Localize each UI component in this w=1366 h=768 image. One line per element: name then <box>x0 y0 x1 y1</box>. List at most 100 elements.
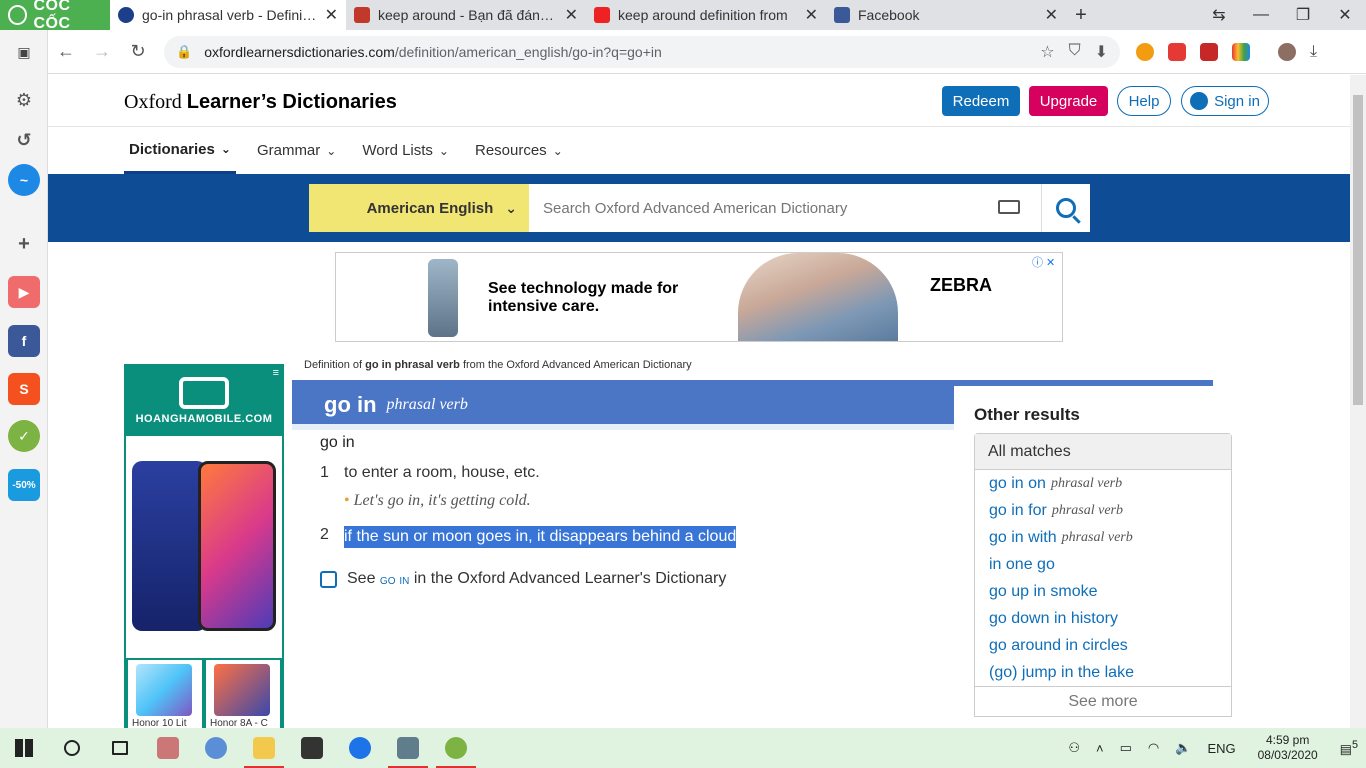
match-pos: phrasal verb <box>1050 475 1123 491</box>
clock-time: 4:59 pm <box>1265 733 1310 747</box>
match-item[interactable]: go in for phrasal verb <box>975 497 1231 524</box>
volume-icon[interactable]: 🔈 <box>1175 740 1191 756</box>
reload-icon[interactable]: ↻ <box>120 41 156 62</box>
app-icon[interactable] <box>192 728 240 768</box>
history-icon[interactable]: ↺ <box>8 124 40 156</box>
shopee-icon[interactable]: S <box>8 373 40 405</box>
wifi-icon[interactable]: ◠ <box>1148 740 1159 756</box>
match-item[interactable]: go in on phrasal verb <box>975 470 1231 497</box>
file-explorer-icon[interactable] <box>240 728 288 768</box>
upgrade-button[interactable]: Upgrade <box>1029 86 1108 116</box>
see-more-button[interactable]: See more <box>975 686 1231 716</box>
back-icon[interactable]: ← <box>48 41 84 62</box>
language-indicator[interactable]: ENG <box>1207 741 1235 756</box>
all-matches-header[interactable]: All matches <box>975 434 1231 470</box>
example-text: Let's go in, it's getting cold. <box>353 492 531 509</box>
messenger-icon[interactable]: ~ <box>8 164 40 196</box>
close-tab-icon[interactable]: ✕ <box>325 5 338 25</box>
extension-icon[interactable] <box>1200 42 1218 61</box>
dictionary-select[interactable]: American English ⌄ <box>309 184 529 232</box>
bullet-icon: • <box>344 492 350 509</box>
coccoc-app-icon[interactable]: ✓ <box>8 420 40 452</box>
dictionary-select-label: American English <box>366 199 494 217</box>
match-item[interactable]: go in with phrasal verb <box>975 524 1231 551</box>
tab-facebook[interactable]: Facebook ✕ <box>826 0 1066 30</box>
ad-close-icon[interactable]: ⓘ ✕ <box>1032 254 1055 270</box>
task-view-icon[interactable] <box>96 728 144 768</box>
tab-keep-around-2[interactable]: keep around definition from ✕ <box>586 0 826 30</box>
url-host: oxfordlearnersdictionaries.com <box>204 43 395 60</box>
close-window-button[interactable]: ✕ <box>1324 0 1366 30</box>
tab-go-in[interactable]: go-in phrasal verb - Definitio ✕ <box>110 0 346 30</box>
tab-favicon-icon <box>594 7 610 23</box>
match-item[interactable]: go down in history <box>975 605 1231 632</box>
coccoc-logo-icon <box>8 5 28 25</box>
clock-date: 08/03/2020 <box>1257 748 1318 762</box>
close-tab-icon[interactable]: ✕ <box>1045 5 1058 25</box>
side-ad-thumb[interactable]: Honor 8A - C <box>206 660 280 728</box>
shield-icon[interactable]: ⛉ <box>1069 42 1081 62</box>
clock[interactable]: 4:59 pm 08/03/2020 <box>1258 733 1318 763</box>
nav-resources[interactable]: Resources ⌄ <box>470 127 568 174</box>
scrollbar-thumb[interactable] <box>1353 95 1363 405</box>
facebook-icon[interactable]: f <box>8 325 40 357</box>
profile-avatar[interactable] <box>1278 42 1296 61</box>
forward-icon[interactable]: → <box>84 41 120 62</box>
app-icon[interactable] <box>144 728 192 768</box>
search-button[interactable] <box>1041 184 1090 232</box>
restore-button[interactable]: ❐ <box>1282 0 1324 30</box>
match-item[interactable]: (go) jump in the lake <box>975 659 1231 686</box>
address-bar[interactable]: 🔒 oxfordlearnersdictionaries.com/definit… <box>164 35 1120 68</box>
signin-button[interactable]: Sign in <box>1181 86 1269 116</box>
coccoc-brand-button[interactable]: CỐC CỐC <box>0 0 110 32</box>
new-tab-button[interactable]: + <box>1066 0 1096 30</box>
search-input[interactable] <box>529 184 1041 232</box>
app-icon[interactable] <box>384 728 432 768</box>
tiki-icon[interactable]: -50% <box>8 469 40 501</box>
match-item[interactable]: in one go <box>975 551 1231 578</box>
add-sidebar-icon[interactable]: + <box>8 228 40 260</box>
bookmark-star-icon[interactable]: ☆ <box>1040 42 1054 62</box>
side-ad[interactable]: ≡ HOANGHAMOBILE.COM Honor 10 Lit Honor 8… <box>124 364 284 728</box>
ad-scanner-image <box>428 259 458 337</box>
download-icon[interactable]: ⬇ <box>1095 42 1108 62</box>
nav-word-lists[interactable]: Word Lists ⌄ <box>357 127 454 174</box>
tab-keep-around-1[interactable]: keep around - Bạn đã đánh v ✕ <box>346 0 586 30</box>
nav-grammar[interactable]: Grammar ⌄ <box>252 127 341 174</box>
chevron-up-icon[interactable]: ˄ <box>1096 741 1104 756</box>
tab-title: go-in phrasal verb - Definitio <box>142 7 317 23</box>
help-button[interactable]: Help <box>1117 86 1171 116</box>
coccoc-taskbar-icon[interactable] <box>432 728 480 768</box>
redeem-button[interactable]: Redeem <box>942 86 1020 116</box>
extension-icon[interactable] <box>1232 42 1250 61</box>
search-icon[interactable] <box>48 728 96 768</box>
see-also-link[interactable]: go in <box>380 571 409 587</box>
new-extension-icon[interactable] <box>1168 42 1186 61</box>
close-tab-icon[interactable]: ✕ <box>565 5 578 25</box>
match-item[interactable]: go up in smoke <box>975 578 1231 605</box>
people-icon[interactable]: ⚇ <box>1068 740 1080 756</box>
minimize-button[interactable]: — <box>1240 0 1282 30</box>
zalo-icon[interactable] <box>336 728 384 768</box>
ad-menu-icon[interactable]: ≡ <box>273 367 279 379</box>
close-tab-icon[interactable]: ✕ <box>805 5 818 25</box>
site-logo[interactable]: Oxford Learner’s Dictionaries <box>124 91 397 114</box>
settings-icon[interactable]: ⚙ <box>8 84 40 116</box>
downloads-icon[interactable]: ⤓ <box>1310 43 1317 61</box>
side-ad-thumb[interactable]: Honor 10 Lit <box>128 660 202 728</box>
youtube-icon[interactable]: ▶ <box>8 276 40 308</box>
windows-start-icon[interactable] <box>0 728 48 768</box>
ad-brand: ZEBRA <box>930 275 992 295</box>
ad-banner[interactable]: See technology made for intensive care. … <box>335 252 1063 342</box>
tab-search-icon[interactable]: ⇆ <box>1198 0 1240 30</box>
battery-icon[interactable]: ▭ <box>1120 740 1132 756</box>
sidebar-toggle-icon[interactable]: ▣ <box>8 36 40 68</box>
keyboard-icon[interactable] <box>998 200 1020 214</box>
notification-icon[interactable]: ▤5 <box>1340 739 1358 757</box>
page-scrollbar[interactable] <box>1350 75 1366 728</box>
match-item[interactable]: go around in circles <box>975 632 1231 659</box>
extension-icon[interactable] <box>1136 42 1154 61</box>
nav-dictionaries[interactable]: Dictionaries ⌄ <box>124 127 236 174</box>
sense-definition-selected: if the sun or moon goes in, it disappear… <box>344 526 737 548</box>
app-icon[interactable] <box>288 728 336 768</box>
